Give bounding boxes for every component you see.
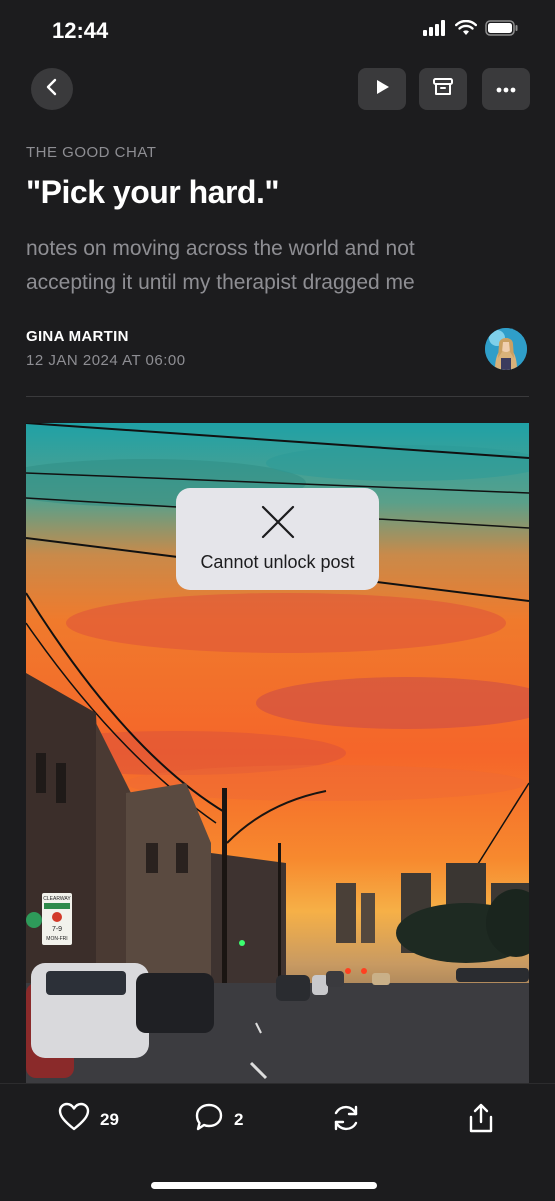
sign-clearway-text: CLEARWAY	[43, 896, 71, 902]
back-button[interactable]	[31, 68, 73, 110]
toast-message: Cannot unlock post	[200, 552, 355, 572]
wifi-icon	[455, 19, 477, 41]
author-avatar[interactable]	[485, 328, 527, 370]
status-time: 12:44	[52, 18, 109, 43]
chevron-left-icon	[45, 78, 59, 101]
post-title: "Pick your hard."	[26, 174, 280, 210]
cellular-signal-icon	[423, 20, 447, 41]
play-icon	[373, 78, 391, 101]
share-icon	[466, 1102, 496, 1139]
play-button[interactable]	[358, 68, 406, 110]
comment-button[interactable]: 2	[194, 1102, 243, 1137]
battery-icon	[485, 20, 519, 41]
sign-days-text: MON-FRI	[46, 936, 67, 942]
status-icons	[423, 19, 519, 41]
status-bar: 12:44	[0, 0, 555, 60]
heart-icon	[58, 1102, 90, 1137]
comment-count: 2	[234, 1109, 244, 1129]
restack-button[interactable]	[330, 1102, 362, 1139]
archive-icon	[432, 77, 454, 102]
archive-button[interactable]	[419, 68, 467, 110]
post-date: 12 JAN 2024 AT 06:00	[26, 352, 186, 369]
author-name[interactable]: GINA MARTIN	[26, 328, 129, 345]
top-navigation	[0, 68, 555, 112]
post-subtitle: notes on moving across the world and not…	[26, 237, 415, 294]
like-button[interactable]: 29	[58, 1102, 119, 1137]
error-toast: Cannot unlock post	[176, 488, 379, 590]
comment-bubble-icon	[194, 1102, 224, 1137]
header-divider	[26, 396, 529, 397]
home-indicator	[151, 1182, 377, 1189]
more-dots-icon	[496, 80, 516, 98]
close-icon	[260, 504, 296, 545]
refresh-arrows-icon	[330, 1102, 362, 1139]
like-count: 29	[100, 1109, 119, 1129]
publication-name[interactable]: THE GOOD CHAT	[26, 144, 156, 161]
sign-times-text: 7-9	[52, 926, 62, 933]
share-button[interactable]	[466, 1102, 496, 1139]
more-options-button[interactable]	[482, 68, 530, 110]
